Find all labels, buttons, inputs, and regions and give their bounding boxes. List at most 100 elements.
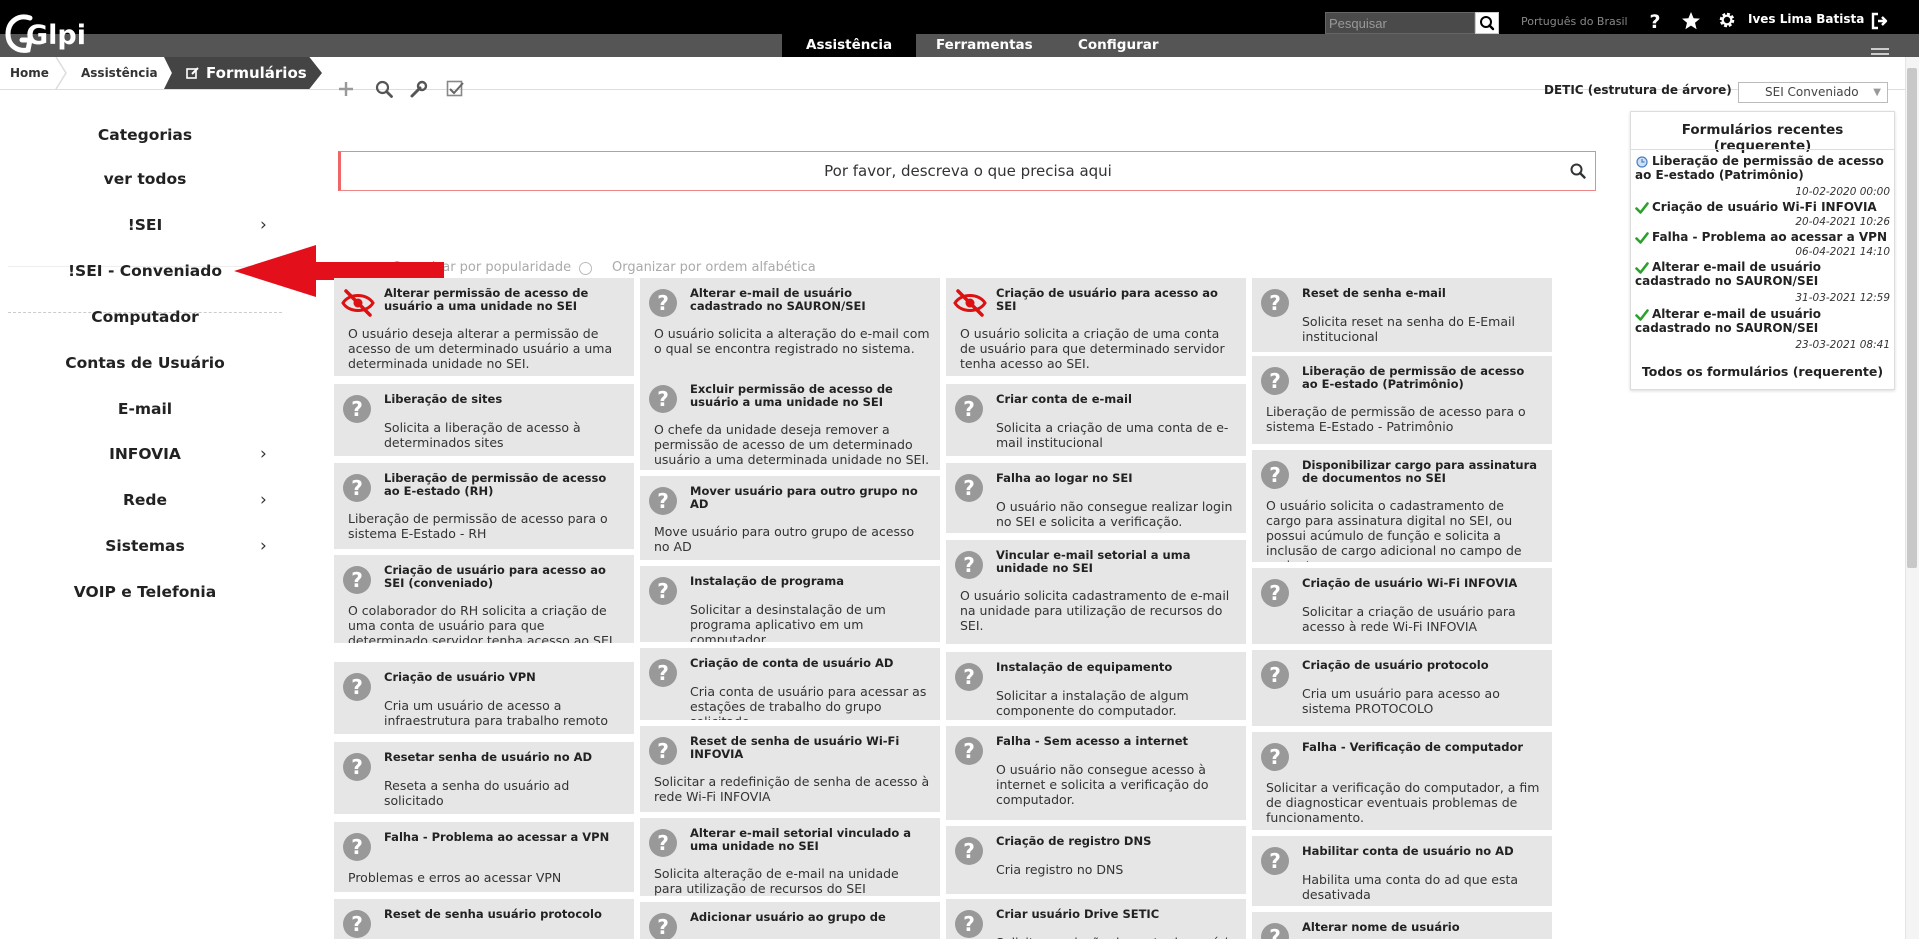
logout-icon[interactable]: [1870, 11, 1890, 31]
recent-form-item[interactable]: Criação de usuário Wi-Fi INFOVIA: [1635, 200, 1891, 214]
form-card[interactable]: ? Adicionar usuário ao grupo de: [640, 902, 940, 939]
form-card[interactable]: ? Instalação de equipamento Solicitar a in…: [946, 652, 1246, 720]
form-card[interactable]: ? Criação de usuário VPN Cria um usuário d…: [334, 662, 634, 734]
add-icon[interactable]: [336, 79, 356, 99]
search-icon[interactable]: [374, 79, 394, 99]
form-card[interactable]: ? Falha - Problema ao acessar a VPN Proble…: [334, 822, 634, 892]
form-card[interactable]: Alterar permissão de acesso de usuário a…: [334, 278, 634, 376]
recent-form-item[interactable]: Alterar e-mail de usuário cadastrado no …: [1635, 307, 1891, 335]
question-circle-icon: ?: [649, 487, 677, 515]
chevron-right-icon[interactable]: ›: [260, 536, 267, 556]
form-card[interactable]: ? Falha ao logar no SEI O usuário não cons…: [946, 463, 1246, 533]
form-card-title: Habilitar conta de usuário no AD: [1302, 844, 1514, 858]
form-card[interactable]: Criação de usuário para acesso ao SEI O u…: [946, 278, 1246, 376]
form-card[interactable]: ? Excluir permissão de acesso de usuário …: [640, 374, 940, 470]
form-card[interactable]: ? Alterar e-mail de usuário cadastrado no…: [640, 278, 940, 376]
form-card[interactable]: ? Criação de usuário para acesso ao SEI (…: [334, 555, 634, 643]
form-card[interactable]: ? Criação de usuário protocolo Cria um usu…: [1252, 650, 1552, 726]
form-card-title: Liberação de sites: [384, 392, 503, 406]
form-card[interactable]: ? Alterar nome de usuário: [1252, 912, 1552, 939]
breadcrumb-home[interactable]: Home: [10, 57, 49, 89]
star-icon[interactable]: [1680, 10, 1702, 32]
form-card[interactable]: ? Criação de usuário Wi-Fi INFOVIA Solicit…: [1252, 568, 1552, 644]
breadcrumb-separator-icon: [55, 57, 67, 89]
recent-form-date: 20-04-2021 10:26: [1795, 216, 1890, 228]
menu-configurar[interactable]: Configurar: [1054, 34, 1183, 57]
question-circle-icon: ?: [1261, 743, 1289, 771]
form-card[interactable]: ? Criação de conta de usuário AD Cria cont…: [640, 648, 940, 720]
category-voip[interactable]: VOIP e Telefonia: [8, 583, 282, 601]
category-ver-todos[interactable]: ver todos: [8, 170, 282, 188]
category-email[interactable]: E-mail: [8, 400, 282, 418]
form-card[interactable]: ? Criar conta de e-mail Solicita a criação…: [946, 384, 1246, 456]
global-search-button[interactable]: [1475, 12, 1499, 34]
profile-select[interactable]: SEI Conveniado ▼: [1738, 82, 1888, 103]
form-card-title: Falha - Problema ao acessar a VPN: [384, 830, 610, 844]
chevron-right-icon[interactable]: ›: [260, 215, 267, 235]
form-card[interactable]: ? Disponibilizar cargo para assinatura de…: [1252, 450, 1552, 562]
form-card[interactable]: ? Reset de senha de usuário Wi-Fi INFOVIA…: [640, 726, 940, 812]
form-card[interactable]: ? Liberação de sites Solicita a liberação …: [334, 384, 634, 456]
category-sei[interactable]: !SEI: [8, 216, 282, 234]
form-card[interactable]: ? Liberação de permissão de acesso ao E-e…: [334, 463, 634, 549]
all-forms-link[interactable]: Todos os formulários (requerente): [1631, 364, 1894, 379]
recent-form-item[interactable]: Alterar e-mail de usuário cadastrado no …: [1635, 260, 1891, 288]
chevron-right-icon[interactable]: ›: [260, 444, 267, 464]
form-card-title: Instalação de programa: [690, 574, 844, 588]
recent-form-title: Alterar e-mail de usuário cadastrado no …: [1635, 307, 1822, 335]
sort-alphabetical-radio[interactable]: [579, 262, 592, 275]
wrench-icon[interactable]: [409, 79, 429, 99]
glpi-logo[interactable]: Glpi: [4, 6, 100, 62]
form-card[interactable]: ? Instalação de programa Solicitar a desin…: [640, 566, 940, 642]
form-card[interactable]: ? Reset de senha e-mail Solicita reset na …: [1252, 278, 1552, 352]
recent-form-item[interactable]: Liberação de permissão de acesso ao E-es…: [1635, 154, 1891, 182]
user-name[interactable]: Ives Lima Batista: [1748, 12, 1864, 26]
category-sistemas[interactable]: Sistemas: [8, 537, 282, 555]
form-card-title: Alterar permissão de acesso de usuário a…: [384, 286, 589, 313]
question-circle-icon: ?: [1261, 367, 1289, 395]
scrollbar-thumb[interactable]: [1907, 68, 1917, 568]
form-card[interactable]: ? Falha - Verificação de computador Solici…: [1252, 732, 1552, 830]
question-circle-icon: ?: [1261, 847, 1289, 875]
form-card-title: Reset de senha de usuário Wi-Fi INFOVIA: [690, 734, 900, 761]
category-infovia[interactable]: INFOVIA: [8, 445, 282, 463]
form-search-input[interactable]: Por favor, descreva o que precisa aqui: [338, 151, 1596, 191]
form-card[interactable]: ? Alterar e-mail setorial vinculado a uma…: [640, 818, 940, 896]
recent-form-item[interactable]: Falha - Problema ao acessar a VPN: [1635, 230, 1891, 244]
category-contas-usuario[interactable]: Contas de Usuário: [8, 354, 282, 372]
gear-icon[interactable]: [1718, 11, 1736, 29]
global-search-input[interactable]: [1326, 13, 1474, 33]
form-card[interactable]: ? Habilitar conta de usuário no AD Habilit…: [1252, 836, 1552, 906]
form-card[interactable]: ? Falha - Sem acesso a internet O usuário …: [946, 726, 1246, 820]
form-card[interactable]: ? Liberação de permissão de acesso ao E-e…: [1252, 356, 1552, 444]
menu-ferramentas[interactable]: Ferramentas: [912, 34, 1057, 57]
sort-alphabetical-label[interactable]: Organizar por ordem alfabética: [612, 260, 816, 275]
form-card[interactable]: ? Vincular e-mail setorial a uma unidade …: [946, 540, 1246, 644]
form-card[interactable]: ? Criar usuário Drive SETIC Solicitar a cr…: [946, 899, 1246, 939]
form-card[interactable]: ? Mover usuário para outro grupo no AD Mov…: [640, 476, 940, 560]
menu-assistencia[interactable]: Assistência: [782, 34, 917, 57]
form-card[interactable]: ? Reset de senha usuário protocolo: [334, 899, 634, 939]
checklist-icon[interactable]: [445, 79, 465, 99]
form-card-description: O chefe da unidade deseja remover a perm…: [654, 422, 930, 467]
form-card-description: Solicitar a verificação do computador, a…: [1266, 780, 1540, 825]
form-card-description: Cria registro no DNS: [996, 862, 1124, 877]
language-selector[interactable]: Português do Brasil: [1521, 15, 1628, 28]
form-card-description: O usuário solicita a criação de uma cont…: [960, 326, 1225, 371]
svg-text:?: ?: [351, 675, 363, 699]
form-card-description: Liberação de permissão de acesso para o …: [348, 511, 608, 541]
breadcrumb-assistencia[interactable]: Assistência: [81, 57, 158, 89]
category-rede[interactable]: Rede: [8, 491, 282, 509]
question-circle-icon: ?: [649, 913, 677, 939]
form-card[interactable]: ? Resetar senha de usuário no AD Reseta a …: [334, 742, 634, 814]
entity-selector[interactable]: DETIC (estrutura de árvore): [1544, 83, 1732, 97]
help-icon[interactable]: ?: [1644, 10, 1666, 32]
breadcrumb-current[interactable]: Formulários: [164, 57, 322, 89]
form-card-description: Liberação de permissão de acesso para o …: [1266, 404, 1526, 434]
question-circle-icon: ?: [343, 833, 371, 861]
form-card[interactable]: ? Criação de registro DNS Cria registro no…: [946, 826, 1246, 894]
chevron-right-icon[interactable]: ›: [260, 490, 267, 510]
form-card-description: O colaborador do RH solicita a criação d…: [348, 603, 617, 643]
svg-text:?: ?: [1269, 925, 1281, 939]
category-computador[interactable]: Computador: [8, 308, 282, 326]
